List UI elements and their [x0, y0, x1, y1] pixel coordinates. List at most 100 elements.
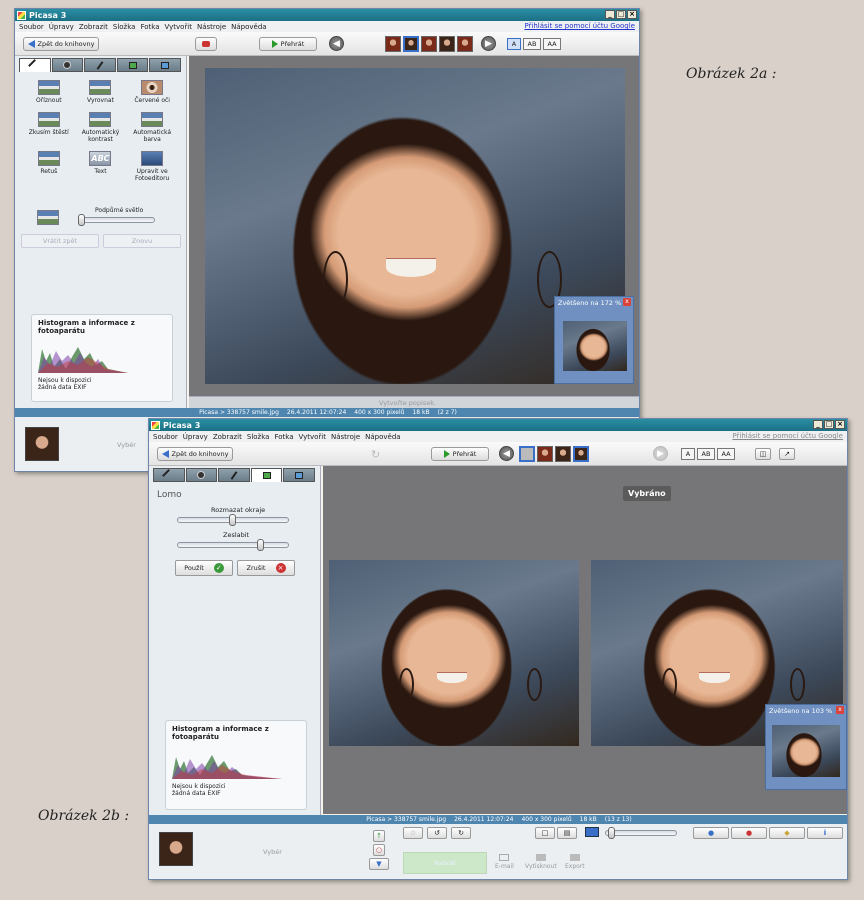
signin-link[interactable]: Přihlásit se pomocí účtu Google — [732, 432, 843, 440]
view-grid-button[interactable]: ▤ — [557, 827, 577, 839]
menu-help[interactable]: Nápověda — [365, 433, 400, 441]
menu-file[interactable]: Soubor — [153, 433, 178, 441]
tool-crop[interactable]: Oříznout — [23, 80, 75, 104]
menu-view[interactable]: Zobrazit — [213, 433, 242, 441]
minimize-button[interactable]: _ — [605, 10, 615, 19]
menu-edit[interactable]: Úpravy — [49, 23, 74, 31]
tool-retouch[interactable]: Retuš — [23, 151, 75, 182]
slider-knob[interactable] — [257, 539, 264, 551]
filmstrip-thumb-selected[interactable] — [403, 36, 419, 52]
rotate-right-button[interactable]: ↻ — [451, 827, 471, 839]
tool-redeye[interactable]: Červené oči — [126, 80, 178, 104]
tab-effects[interactable] — [218, 468, 250, 482]
next-photo-button[interactable]: ▶ — [653, 446, 668, 461]
tab-effects-2[interactable] — [250, 468, 283, 482]
previous-photo-button[interactable]: ◀ — [329, 36, 344, 51]
compare-view-button[interactable]: ◫ — [755, 448, 771, 460]
play-slideshow-button[interactable]: Přehrát — [431, 447, 489, 461]
caption-mode-aa[interactable]: AA — [543, 38, 561, 50]
apply-button[interactable]: Použít ✓ — [175, 560, 233, 576]
tool-straighten[interactable]: Vyrovnat — [75, 80, 127, 104]
rotate-left-button[interactable]: ↺ — [427, 827, 447, 839]
tab-tuning[interactable] — [51, 58, 84, 72]
back-to-library-button[interactable]: Zpět do knihovny — [23, 37, 99, 51]
close-zoom-icon[interactable]: x — [836, 706, 844, 714]
menu-file[interactable]: Soubor — [19, 23, 44, 31]
export-view-button[interactable]: ↗ — [779, 448, 795, 460]
next-photo-button[interactable]: ▶ — [481, 36, 496, 51]
weaken-slider[interactable] — [177, 539, 289, 551]
filmstrip-thumb[interactable] — [537, 446, 553, 462]
caption-mode-ab[interactable]: AB — [697, 448, 715, 460]
caption-mode-aa[interactable]: AA — [717, 448, 735, 460]
zoom-navigator[interactable]: Zvětšeno na 172 % x — [554, 296, 634, 384]
tab-basic-fixes[interactable] — [19, 58, 51, 72]
people-button[interactable]: ● — [693, 827, 729, 839]
tool-feeling-lucky[interactable]: Zkusím štěstí — [23, 112, 75, 143]
menu-tools[interactable]: Nástroje — [331, 433, 360, 441]
filmstrip-thumb[interactable] — [457, 36, 473, 52]
filmstrip-thumb[interactable] — [555, 446, 571, 462]
slider-knob[interactable] — [78, 214, 85, 226]
tab-tuning[interactable] — [185, 468, 218, 482]
play-slideshow-button[interactable]: Přehrát — [259, 37, 317, 51]
menu-folder[interactable]: Složka — [113, 23, 136, 31]
zoom-preview[interactable] — [563, 321, 627, 371]
tab-basic-fixes[interactable] — [153, 468, 185, 482]
caption-mode-a[interactable]: A — [507, 38, 521, 50]
maximize-button[interactable]: □ — [824, 420, 834, 429]
tray-thumb[interactable] — [25, 427, 59, 461]
close-zoom-icon[interactable]: x — [623, 298, 631, 306]
caption-mode-ab[interactable]: AB — [523, 38, 541, 50]
menu-help[interactable]: Nápověda — [231, 23, 266, 31]
tag-button[interactable] — [195, 37, 217, 51]
menu-picture[interactable]: Fotka — [274, 433, 293, 441]
menu-picture[interactable]: Fotka — [140, 23, 159, 31]
close-button[interactable]: × — [627, 10, 637, 19]
tray-thumb[interactable] — [159, 832, 193, 866]
rotate-icon[interactable]: ↻ — [371, 448, 380, 461]
filmstrip-thumb-selected[interactable] — [573, 446, 589, 462]
maximize-button[interactable]: □ — [616, 10, 626, 19]
print-button[interactable]: Vytisknout — [525, 854, 557, 870]
tab-effects[interactable] — [84, 58, 116, 72]
back-to-library-button[interactable]: Zpět do knihovny — [157, 447, 233, 461]
thumb-size-slider[interactable] — [605, 827, 677, 839]
zoom-preview[interactable] — [772, 725, 840, 777]
email-button[interactable]: E-mail — [495, 854, 514, 870]
slider-knob[interactable] — [229, 514, 236, 526]
close-button[interactable]: × — [835, 420, 845, 429]
tags-button[interactable]: ◆ — [769, 827, 805, 839]
tab-effects-3[interactable] — [283, 468, 315, 482]
view-single-button[interactable]: □ — [535, 827, 555, 839]
filmstrip-thumb-selected[interactable] — [519, 446, 535, 462]
places-button[interactable]: ● — [731, 827, 767, 839]
filmstrip-thumb[interactable] — [385, 36, 401, 52]
menu-view[interactable]: Zobrazit — [79, 23, 108, 31]
zoom-navigator[interactable]: Zvětšeno na 103 % x — [765, 704, 847, 790]
menu-create[interactable]: Vytvořit — [164, 23, 191, 31]
menu-folder[interactable]: Složka — [247, 433, 270, 441]
caption-bar[interactable]: Vytvořte popisek. — [189, 396, 639, 408]
redo-button[interactable]: Znovu — [103, 234, 181, 248]
upload-button[interactable]: Nahrát — [403, 852, 487, 874]
filmstrip-thumb[interactable] — [421, 36, 437, 52]
album-dropdown-button[interactable]: ▼ — [369, 858, 389, 870]
tool-auto-contrast[interactable]: Automatický kontrast — [75, 112, 127, 143]
hold-green-pin-button[interactable]: ↑ — [373, 830, 385, 842]
info-button[interactable]: i — [807, 827, 843, 839]
export-button[interactable]: Export — [565, 854, 585, 870]
previous-photo-button[interactable]: ◀ — [499, 446, 514, 461]
star-button[interactable]: ☆ — [403, 827, 423, 839]
tool-text[interactable]: ABC Text — [75, 151, 127, 182]
blur-edges-slider[interactable] — [177, 514, 289, 526]
slider-knob[interactable] — [608, 827, 615, 839]
fill-light-slider[interactable] — [78, 214, 155, 226]
menu-tools[interactable]: Nástroje — [197, 23, 226, 31]
clear-red-button[interactable]: ○ — [373, 844, 385, 856]
tab-effects-3[interactable] — [149, 58, 181, 72]
menu-edit[interactable]: Úpravy — [183, 433, 208, 441]
signin-link[interactable]: Přihlásit se pomocí účtu Google — [524, 22, 635, 30]
tab-effects-2[interactable] — [116, 58, 149, 72]
tool-photo-editor[interactable]: Upravit ve Fotoeditoru — [126, 151, 178, 182]
